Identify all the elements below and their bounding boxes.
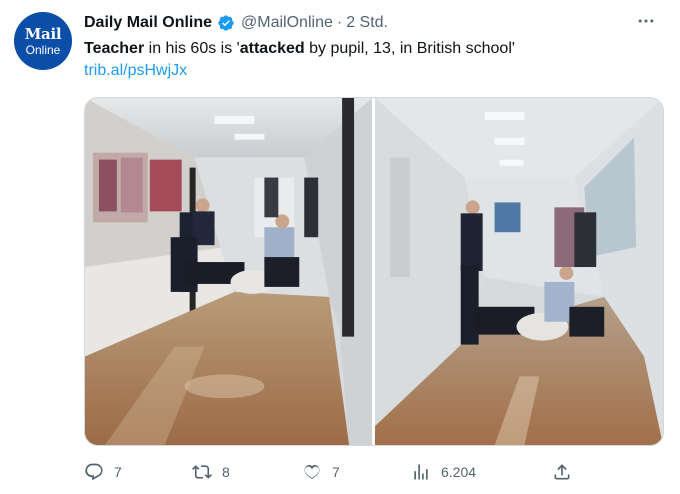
reply-count: 7: [114, 464, 122, 480]
tweet-text-segment-4: by pupil, 13, in British school': [304, 40, 515, 57]
views-count: 6.204: [441, 464, 477, 480]
like-button[interactable]: 7: [302, 458, 340, 486]
media-photo-right[interactable]: [374, 98, 663, 445]
media-grid: [84, 97, 664, 446]
account-name[interactable]: Daily Mail Online: [84, 14, 212, 32]
views-chart-icon: [414, 464, 428, 480]
more-options-icon[interactable]: [634, 10, 658, 32]
tweet-text-segment-2: in his 60s is ': [144, 40, 240, 57]
account-handle[interactable]: @MailOnline: [241, 14, 333, 32]
retweet-button[interactable]: 8: [192, 458, 230, 486]
views-button[interactable]: 6.204: [411, 458, 476, 486]
retweet-count: 8: [222, 464, 230, 480]
retweet-icon: [192, 465, 212, 479]
reply-icon: [85, 463, 103, 481]
action-bar: 7 8 7 6.204: [84, 458, 584, 486]
tweet-text-bold-1: Teacher: [84, 40, 145, 57]
tweet-text-bold-2: attacked: [239, 40, 305, 57]
hallway-photo-left: [85, 98, 372, 445]
tweet-header: Daily Mail Online @MailOnline · 2 Std.: [84, 12, 388, 34]
avatar-logo-subtext: Online: [25, 42, 61, 57]
tweet-text: Teacher in his 60s is 'attacked by pupil…: [84, 38, 664, 59]
verified-badge-icon: [217, 14, 235, 32]
share-icon: [554, 464, 570, 480]
like-count: 7: [332, 464, 340, 480]
tweet-card[interactable]: Mail Online Daily Mail Online @MailOnlin…: [0, 0, 680, 494]
reply-button[interactable]: 7: [84, 458, 122, 486]
heart-icon: [304, 465, 320, 479]
media-photo-left[interactable]: [85, 98, 372, 445]
tweet-timestamp[interactable]: 2 Std.: [346, 14, 388, 32]
separator-dot: ·: [336, 14, 343, 31]
tweet-link[interactable]: trib.al/psHwjJx: [84, 60, 187, 81]
hallway-photo-right: [374, 98, 663, 445]
avatar[interactable]: Mail Online: [14, 12, 72, 70]
avatar-logo-text: Mail: [24, 24, 62, 43]
share-button[interactable]: [552, 458, 582, 486]
